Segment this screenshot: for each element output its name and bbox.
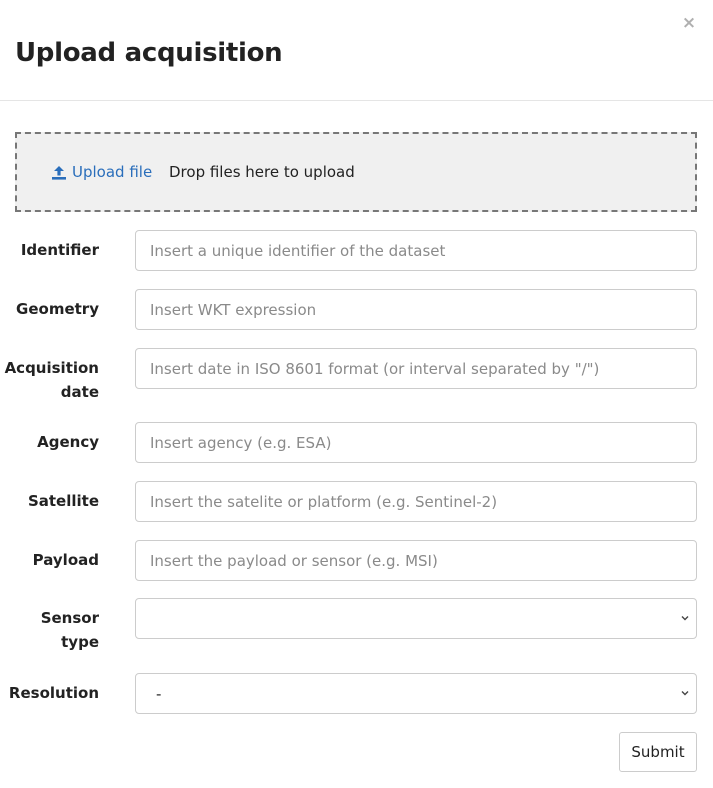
chevron-down-icon [681, 616, 689, 621]
acquisition-date-label-line1: Acquisition [4, 359, 99, 377]
sensor-type-label-line1: Sensor [40, 609, 99, 627]
satellite-label: Satellite [27, 492, 99, 510]
acquisition-date-label-line2: date [60, 383, 99, 401]
payload-input[interactable] [135, 540, 697, 581]
upload-icon [52, 165, 66, 180]
resolution-label: Resolution [8, 684, 99, 702]
upload-file-link[interactable]: Upload file [51, 161, 152, 183]
file-dropzone[interactable]: Upload file Drop files here to upload [15, 132, 697, 212]
upload-file-label: Upload file [72, 163, 153, 181]
geometry-input[interactable] [135, 289, 697, 330]
agency-label: Agency [37, 433, 99, 451]
resolution-selected-value: - [156, 685, 162, 703]
sensor-type-label: Sensor type [0, 606, 99, 654]
sensor-type-label-line2: type [61, 633, 99, 651]
satellite-input[interactable] [135, 481, 697, 522]
payload-label: Payload [32, 551, 99, 569]
acquisition-date-input[interactable] [135, 348, 697, 389]
identifier-label: Identifier [20, 241, 99, 259]
identifier-input[interactable] [135, 230, 697, 271]
chevron-down-icon [681, 691, 689, 696]
modal-title: Upload acquisition [15, 38, 283, 68]
submit-button[interactable]: Submit [619, 732, 697, 772]
resolution-select[interactable]: - [135, 673, 697, 714]
geometry-label: Geometry [16, 300, 99, 318]
drop-hint-text: Drop files here to upload [169, 163, 355, 181]
agency-input[interactable] [135, 422, 697, 463]
acquisition-date-label: Acquisition date [0, 356, 99, 404]
sensor-type-select[interactable] [135, 598, 697, 639]
modal-header: Upload acquisition × [0, 0, 713, 101]
close-icon[interactable]: × [681, 13, 697, 33]
